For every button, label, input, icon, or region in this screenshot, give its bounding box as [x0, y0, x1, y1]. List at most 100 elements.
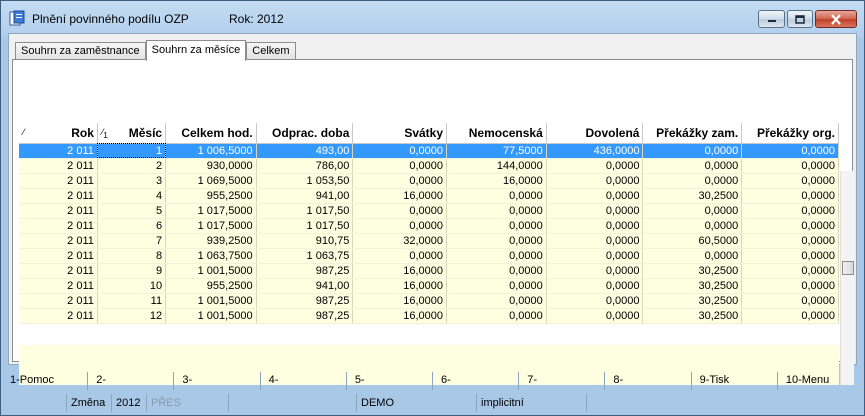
cell-rok[interactable]: 2 011 [19, 308, 98, 324]
table-row[interactable]: 2 011 8 1 063,7500 1 063,75 0,0000 0,0000 0,00… [19, 248, 839, 264]
cell-rok[interactable]: 2 011 [19, 218, 98, 234]
fkey-9[interactable]: 9-Tisk [692, 372, 778, 390]
column-header-dovolena[interactable]: Dovolená [546, 123, 644, 144]
cell-prekazky-org[interactable]: 0,0000 [741, 158, 839, 174]
cell-prekazky-org[interactable]: 0,0000 [741, 278, 839, 294]
cell-dovolena[interactable]: 0,0000 [546, 203, 644, 219]
cell-nemocenska[interactable]: 0,0000 [446, 203, 547, 219]
cell-prekazky-zam[interactable]: 0,0000 [642, 143, 743, 159]
cell-rok[interactable]: 2 011 [19, 203, 98, 219]
cell-celkem-hod[interactable]: 930,0000 [165, 158, 257, 174]
cell-nemocenska[interactable]: 77,5000 [446, 143, 547, 159]
cell-prekazky-org[interactable]: 0,0000 [741, 263, 839, 279]
cell-prekazky-zam[interactable]: 30,2500 [642, 188, 743, 204]
cell-rok[interactable]: 2 011 [19, 293, 98, 309]
fkey-1[interactable]: 1-Pomoc [2, 372, 89, 390]
cell-prekazky-org[interactable]: 0,0000 [741, 173, 839, 189]
close-button[interactable] [815, 10, 857, 28]
fkey-5[interactable]: 5- [347, 372, 434, 390]
cell-celkem-hod[interactable]: 939,2500 [165, 233, 257, 249]
cell-nemocenska[interactable]: 0,0000 [446, 248, 547, 264]
cell-prekazky-zam[interactable]: 30,2500 [642, 308, 743, 324]
cell-dovolena[interactable]: 0,0000 [546, 158, 644, 174]
cell-rok[interactable]: 2 011 [19, 188, 98, 204]
cell-svatky[interactable]: 0,0000 [352, 203, 448, 219]
cell-celkem-hod[interactable]: 955,2500 [165, 278, 257, 294]
cell-mesic[interactable]: 9 [97, 263, 167, 279]
cell-dovolena[interactable]: 0,0000 [546, 188, 644, 204]
cell-svatky[interactable]: 0,0000 [352, 173, 448, 189]
cell-nemocenska[interactable]: 0,0000 [446, 263, 547, 279]
cell-odprac-doba[interactable]: 987,25 [256, 293, 354, 309]
cell-prekazky-org[interactable]: 0,0000 [741, 233, 839, 249]
cell-odprac-doba[interactable]: 910,75 [256, 233, 354, 249]
cell-prekazky-org[interactable]: 0,0000 [741, 218, 839, 234]
cell-svatky[interactable]: 0,0000 [352, 218, 448, 234]
table-row[interactable]: 2 011 4 955,2500 941,00 16,0000 0,0000 0,0000 3… [19, 188, 839, 204]
cell-dovolena[interactable]: 0,0000 [546, 218, 644, 234]
cell-rok[interactable]: 2 011 [19, 248, 98, 264]
cell-svatky[interactable]: 16,0000 [352, 278, 448, 294]
cell-prekazky-org[interactable]: 0,0000 [741, 248, 839, 264]
cell-odprac-doba[interactable]: 493,00 [256, 143, 354, 159]
cell-nemocenska[interactable]: 0,0000 [446, 218, 547, 234]
vertical-scrollbar[interactable] [840, 171, 854, 385]
tab-souhrn-za-mesice[interactable]: Souhrn za měsíce [145, 40, 247, 61]
column-header-prekazky-org[interactable]: Překážky org. [741, 123, 839, 144]
cell-dovolena[interactable]: 0,0000 [546, 263, 644, 279]
fkey-8[interactable]: 8- [605, 372, 692, 390]
maximize-button[interactable] [787, 10, 813, 28]
cell-prekazky-zam[interactable]: 0,0000 [642, 203, 743, 219]
cell-celkem-hod[interactable]: 1 001,5000 [165, 293, 257, 309]
cell-dovolena[interactable]: 436,0000 [546, 143, 644, 159]
cell-svatky[interactable]: 32,0000 [352, 233, 448, 249]
cell-dovolena[interactable]: 0,0000 [546, 173, 644, 189]
cell-mesic[interactable]: 10 [97, 278, 167, 294]
cell-celkem-hod[interactable]: 1 017,5000 [165, 218, 257, 234]
cell-mesic[interactable]: 6 [97, 218, 167, 234]
cell-celkem-hod[interactable]: 1 001,5000 [165, 263, 257, 279]
cell-mesic[interactable]: 2 [97, 158, 167, 174]
cell-nemocenska[interactable]: 0,0000 [446, 308, 547, 324]
table-row[interactable]: 2 011 1 1 006,5000 493,00 0,0000 77,5000 436,0… [19, 143, 839, 159]
column-header-mesic[interactable]: ⁄1 Měsíc [97, 123, 167, 144]
fkey-7[interactable]: 7- [519, 372, 606, 390]
cell-prekazky-zam[interactable]: 0,0000 [642, 173, 743, 189]
cell-odprac-doba[interactable]: 786,00 [256, 158, 354, 174]
table-row[interactable]: 2 011 3 1 069,5000 1 053,50 0,0000 16,0000 0,0… [19, 173, 839, 189]
table-row[interactable]: 2 011 2 930,0000 786,00 0,0000 144,0000 0,0000… [19, 158, 839, 174]
cell-svatky[interactable]: 16,0000 [352, 188, 448, 204]
cell-dovolena[interactable]: 0,0000 [546, 293, 644, 309]
cell-prekazky-zam[interactable]: 30,2500 [642, 263, 743, 279]
table-row[interactable]: 2 011 11 1 001,5000 987,25 16,0000 0,0000 0,00… [19, 293, 839, 309]
cell-celkem-hod[interactable]: 955,2500 [165, 188, 257, 204]
cell-odprac-doba[interactable]: 1 017,50 [256, 203, 354, 219]
column-header-odprac-doba[interactable]: Odprac. doba [256, 123, 354, 144]
scrollbar-thumb[interactable] [842, 261, 854, 275]
cell-svatky[interactable]: 16,0000 [352, 263, 448, 279]
cell-dovolena[interactable]: 0,0000 [546, 308, 644, 324]
cell-dovolena[interactable]: 0,0000 [546, 248, 644, 264]
table-row[interactable]: 2 011 6 1 017,5000 1 017,50 0,0000 0,0000 0,00… [19, 218, 839, 234]
cell-prekazky-org[interactable]: 0,0000 [741, 188, 839, 204]
cell-prekazky-zam[interactable]: 0,0000 [642, 248, 743, 264]
minimize-button[interactable] [758, 10, 785, 28]
tab-celkem[interactable]: Celkem [246, 42, 296, 60]
cell-odprac-doba[interactable]: 1 053,50 [256, 173, 354, 189]
cell-prekazky-zam[interactable]: 0,0000 [642, 218, 743, 234]
cell-mesic[interactable]: 1 [97, 143, 167, 159]
cell-celkem-hod[interactable]: 1 001,5000 [165, 308, 257, 324]
cell-dovolena[interactable]: 0,0000 [546, 233, 644, 249]
fkey-10[interactable]: 10-Menu [778, 372, 863, 390]
cell-rok[interactable]: 2 011 [19, 263, 98, 279]
column-header-svatky[interactable]: Svátky [352, 123, 448, 144]
cell-celkem-hod[interactable]: 1 017,5000 [165, 203, 257, 219]
cell-celkem-hod[interactable]: 1 006,5000 [165, 143, 257, 159]
cell-odprac-doba[interactable]: 1 063,75 [256, 248, 354, 264]
cell-prekazky-org[interactable]: 0,0000 [741, 293, 839, 309]
column-header-nemocenska[interactable]: Nemocenská [446, 123, 547, 144]
cell-celkem-hod[interactable]: 1 063,7500 [165, 248, 257, 264]
cell-rok[interactable]: 2 011 [19, 173, 98, 189]
cell-nemocenska[interactable]: 0,0000 [446, 278, 547, 294]
fkey-6[interactable]: 6- [433, 372, 520, 390]
